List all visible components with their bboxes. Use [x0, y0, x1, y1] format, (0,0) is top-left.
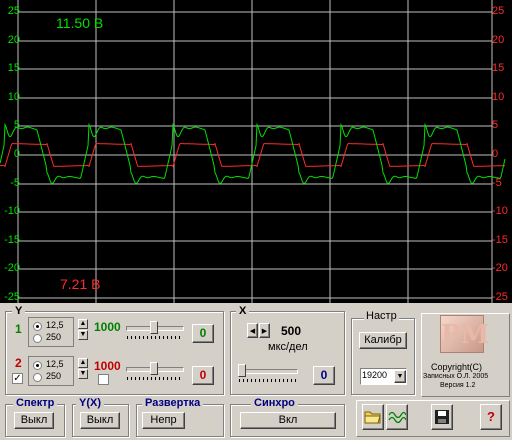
- ch1-sens-down[interactable]: ▼: [78, 330, 88, 340]
- timebase-unit: мкс/дел: [268, 341, 308, 353]
- x-slider-thumb[interactable]: [238, 364, 246, 377]
- ch2-invert-checkbox[interactable]: [98, 374, 109, 385]
- waveform-button[interactable]: [386, 404, 408, 430]
- left-scale-label: 5: [13, 119, 20, 132]
- ch1-offset-value[interactable]: 0: [192, 324, 214, 343]
- sync-button[interactable]: Вкл: [240, 412, 336, 429]
- spectrum-title: Спектр: [13, 397, 58, 409]
- ch1-opt-250: 250: [46, 332, 62, 342]
- left-scale-label: 25: [7, 5, 20, 17]
- version-text: Версия 1.2: [440, 382, 476, 389]
- chevron-down-icon[interactable]: ▼: [394, 370, 406, 383]
- x-panel-title: X: [236, 305, 250, 317]
- ch1-radio-12-5[interactable]: [33, 322, 42, 331]
- ch1-opt-12-5: 12,5: [46, 320, 64, 330]
- right-scale-label: 20: [492, 33, 505, 46]
- ch2-sensitivity: 1000: [94, 359, 121, 373]
- right-scale-label: 10: [492, 90, 505, 103]
- floppy-disk-icon: [435, 410, 449, 424]
- right-scale-label: -5: [492, 176, 502, 189]
- x-offset-slider[interactable]: [236, 364, 300, 382]
- yx-button[interactable]: Выкл: [80, 412, 120, 429]
- x-slider-ticks: [239, 379, 297, 382]
- ch2-label: 2: [15, 356, 22, 370]
- wave-icon: [388, 411, 407, 424]
- y-panel-title: Y: [12, 305, 26, 317]
- ch2-sens-down[interactable]: ▼: [78, 369, 88, 379]
- ch2-voltage-reading: 7.21 В: [60, 276, 101, 292]
- open-folder-button[interactable]: [362, 404, 384, 430]
- ch2-offset-slider[interactable]: [124, 362, 186, 380]
- ch1-voltage-reading: 11.50 В: [56, 15, 104, 31]
- left-scale-label: -25: [4, 291, 20, 303]
- right-scale-label: -20: [492, 262, 508, 275]
- folder-icon: [364, 411, 381, 424]
- ch2-offset-value[interactable]: 0: [192, 366, 214, 385]
- right-scale-label: 0: [492, 148, 499, 160]
- left-scale-label: -15: [4, 233, 20, 246]
- ch1-sens-up[interactable]: ▲: [78, 319, 88, 329]
- copyright-text: Copyright(C): [431, 362, 483, 372]
- ch1-slider-ticks: [127, 336, 183, 339]
- ch2-enable-checkbox[interactable]: ✓: [12, 373, 23, 384]
- timebase-right-button[interactable]: ▶: [259, 323, 270, 338]
- right-scale-label: -10: [492, 205, 508, 218]
- ch1-label: 1: [15, 322, 22, 336]
- x-offset-value[interactable]: 0: [313, 366, 335, 385]
- left-scale-label: -10: [4, 205, 20, 218]
- ch2-slider-ticks: [127, 377, 183, 380]
- yx-title: Y(X): [76, 397, 104, 409]
- save-button[interactable]: [431, 404, 453, 430]
- ch2-sens-up[interactable]: ▲: [78, 358, 88, 368]
- right-scale-label: 25: [492, 5, 505, 17]
- ch1-offset-slider[interactable]: [124, 321, 186, 339]
- ch2-radio-12-5[interactable]: [33, 361, 42, 370]
- baud-rate-value: 19200: [362, 370, 388, 380]
- left-scale-label: 10: [7, 90, 20, 103]
- sync-title: Синхро: [251, 397, 298, 409]
- sweep-button[interactable]: Непр: [142, 412, 185, 429]
- left-scale-label: -5: [10, 176, 20, 189]
- left-scale-label: 15: [7, 62, 20, 75]
- calibrate-button[interactable]: Калибр: [359, 332, 407, 349]
- ch1-radio-250[interactable]: [33, 334, 42, 343]
- spectrum-button[interactable]: Выкл: [14, 412, 54, 429]
- right-scale-label: 5: [492, 119, 499, 132]
- baud-rate-select[interactable]: 19200 ▼: [360, 368, 407, 385]
- timebase-left-button[interactable]: ◀: [247, 323, 258, 338]
- ch2-opt-12-5: 12,5: [46, 359, 64, 369]
- right-scale-label: -25: [492, 291, 508, 303]
- right-scale-label: -15: [492, 233, 508, 246]
- settings-panel-title: Настр: [364, 310, 399, 322]
- left-scale-label: -20: [4, 262, 20, 275]
- x-slider-track: [238, 369, 298, 374]
- timebase-value: 500: [281, 324, 302, 338]
- ch2-opt-250: 250: [46, 371, 62, 381]
- pm-logo: PM: [440, 315, 489, 353]
- ch2-slider-thumb[interactable]: [150, 362, 158, 375]
- right-scale-label: 15: [492, 62, 505, 75]
- scope-graph: [0, 0, 506, 303]
- ch1-sensitivity: 1000: [94, 320, 121, 334]
- ch1-slider-thumb[interactable]: [150, 321, 158, 334]
- ch2-radio-250[interactable]: [33, 373, 42, 382]
- left-scale-label: 20: [7, 33, 20, 46]
- author-text: Записных О.Л. 2005: [423, 373, 489, 380]
- sweep-title: Развертка: [142, 397, 204, 409]
- oscilloscope-screen: 25 20 15 10 5 0 -5 -10 -15 -20 -25 25 20 15 10 5 0 -5 -10…: [0, 0, 512, 303]
- help-button[interactable]: ?: [480, 404, 502, 430]
- left-scale-label: 0: [13, 148, 20, 160]
